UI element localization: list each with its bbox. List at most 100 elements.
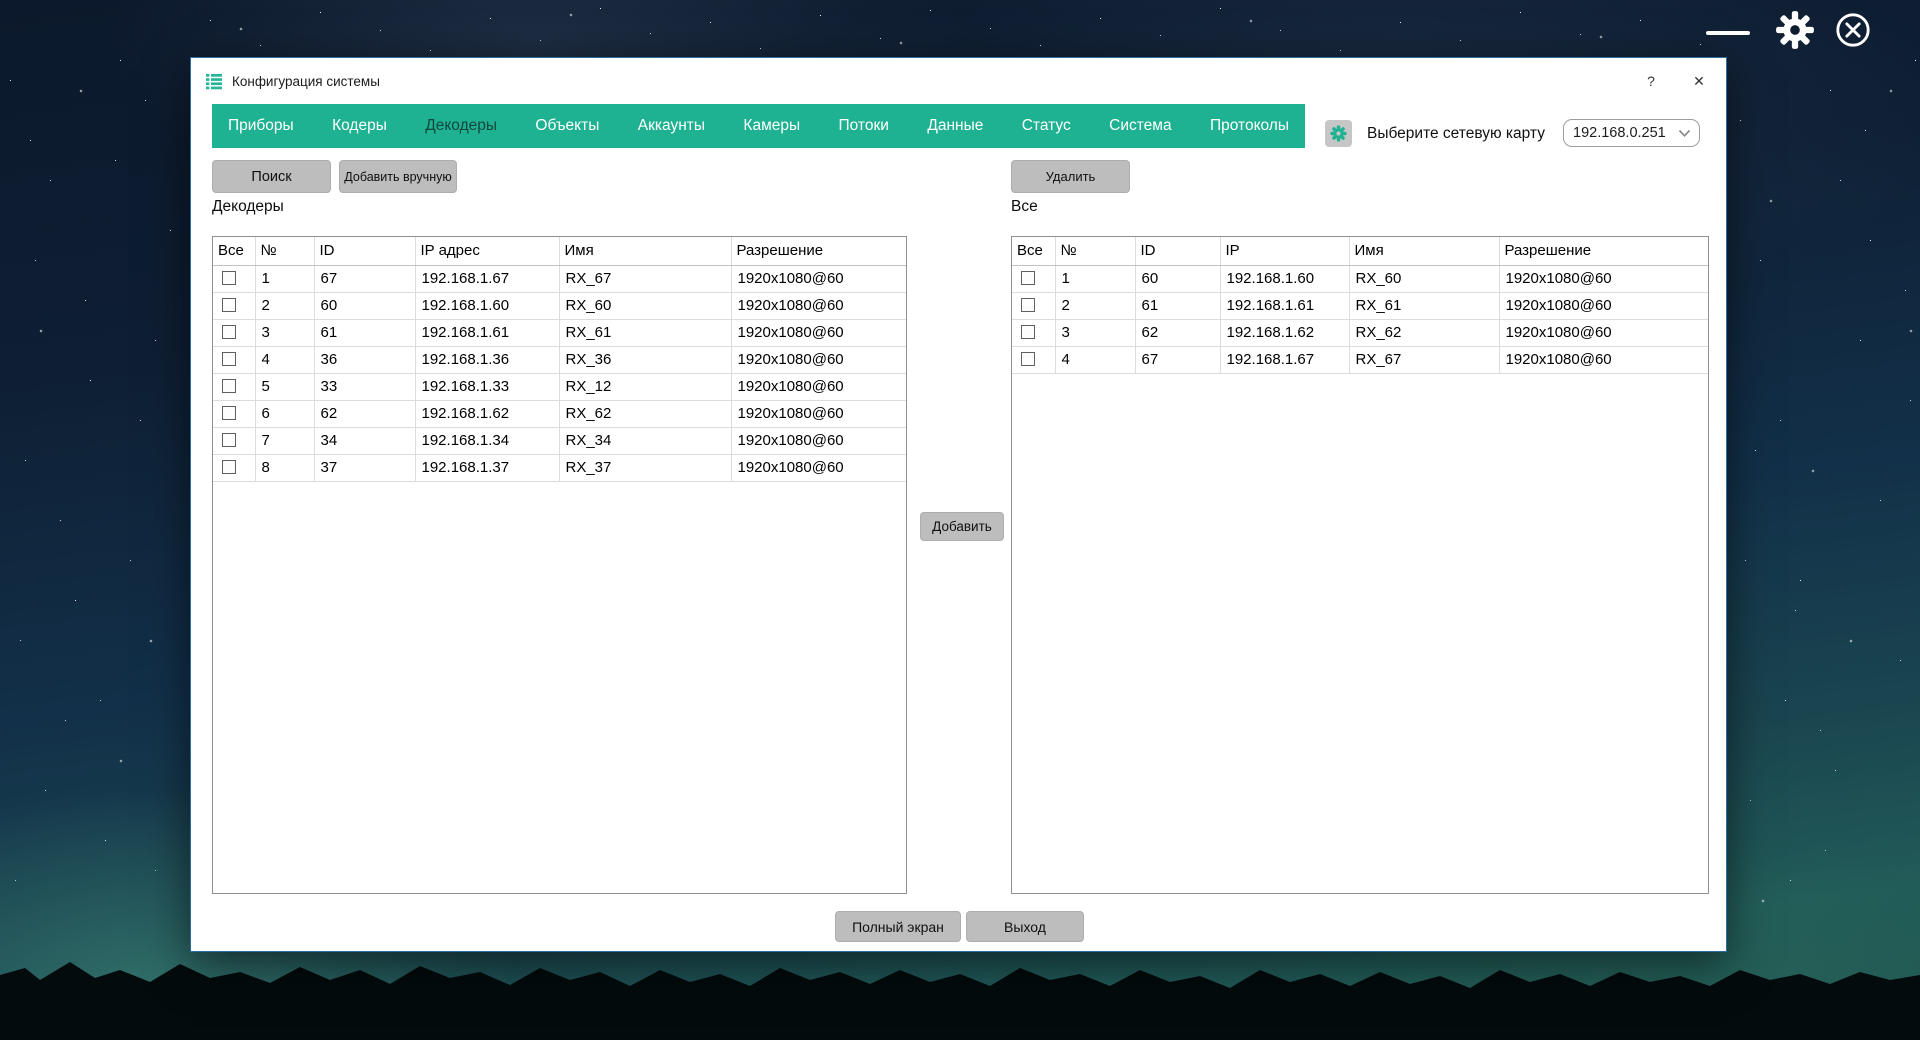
row-checkbox[interactable]: [222, 433, 236, 447]
tab-Объекты[interactable]: Объекты: [535, 117, 599, 135]
table-cell: 4: [255, 346, 314, 373]
table-cell: 1920x1080@60: [731, 265, 906, 292]
selected-decoders-table: Все№IDIPИмяРазрешение160192.168.1.60RX_6…: [1011, 236, 1709, 894]
column-header: IP: [1220, 237, 1349, 265]
checkbox-cell: [1012, 292, 1055, 319]
table-cell: 192.168.1.61: [1220, 292, 1349, 319]
column-header: Имя: [1349, 237, 1499, 265]
row-checkbox[interactable]: [222, 379, 236, 393]
table-cell: 36: [314, 346, 415, 373]
help-button[interactable]: ?: [1634, 66, 1668, 96]
minimize-icon[interactable]: [1706, 31, 1750, 35]
column-header: Имя: [559, 237, 731, 265]
network-card-select[interactable]: 192.168.0.251: [1563, 119, 1700, 147]
table-cell: 67: [314, 265, 415, 292]
table-cell: 192.168.1.67: [415, 265, 559, 292]
table-cell: 2: [1055, 292, 1135, 319]
table-cell: 192.168.1.37: [415, 454, 559, 481]
row-checkbox[interactable]: [222, 325, 236, 339]
table-cell: 1920x1080@60: [731, 400, 906, 427]
table-cell: 61: [1135, 292, 1220, 319]
table-cell: 3: [255, 319, 314, 346]
row-checkbox[interactable]: [1021, 352, 1035, 366]
table-cell: 37: [314, 454, 415, 481]
table-cell: RX_62: [559, 400, 731, 427]
starfield-bright: [0, 0, 2, 2]
table-cell: 192.168.1.62: [415, 400, 559, 427]
table-row: 260192.168.1.60RX_601920x1080@60: [213, 292, 906, 319]
tab-Данные[interactable]: Данные: [927, 117, 983, 135]
delete-button[interactable]: Удалить: [1011, 160, 1130, 193]
decoders-table: Все№IDIP адресИмяРазрешение167192.168.1.…: [212, 236, 907, 894]
fullscreen-button[interactable]: Полный экран: [835, 911, 961, 942]
row-checkbox[interactable]: [1021, 325, 1035, 339]
tab-Статус[interactable]: Статус: [1022, 117, 1071, 135]
table-row: 734192.168.1.34RX_341920x1080@60: [213, 427, 906, 454]
row-checkbox[interactable]: [222, 406, 236, 420]
column-header: IP адрес: [415, 237, 559, 265]
column-header: Все: [213, 237, 255, 265]
column-header: №: [255, 237, 314, 265]
row-checkbox[interactable]: [222, 271, 236, 285]
checkbox-cell: [213, 292, 255, 319]
table-row: 467192.168.1.67RX_671920x1080@60: [1012, 346, 1708, 373]
table-cell: 1920x1080@60: [731, 292, 906, 319]
row-checkbox[interactable]: [1021, 298, 1035, 312]
row-checkbox[interactable]: [222, 352, 236, 366]
close-icon[interactable]: [1834, 11, 1872, 49]
tab-Камеры[interactable]: Камеры: [743, 117, 800, 135]
table-cell: 60: [1135, 265, 1220, 292]
table-cell: RX_37: [559, 454, 731, 481]
table-cell: 192.168.1.60: [415, 292, 559, 319]
tab-Аккаунты[interactable]: Аккаунты: [638, 117, 705, 135]
tab-Приборы[interactable]: Приборы: [228, 117, 294, 135]
checkbox-cell: [213, 400, 255, 427]
search-button[interactable]: Поиск: [212, 160, 331, 193]
gear-icon: [1330, 125, 1347, 142]
table-cell: 6: [255, 400, 314, 427]
table-cell: RX_67: [1349, 346, 1499, 373]
table-row: 362192.168.1.62RX_621920x1080@60: [1012, 319, 1708, 346]
column-header: Разрешение: [1499, 237, 1708, 265]
table-row: 261192.168.1.61RX_611920x1080@60: [1012, 292, 1708, 319]
table-cell: 192.168.1.36: [415, 346, 559, 373]
table-cell: 192.168.1.62: [1220, 319, 1349, 346]
table-row: 837192.168.1.37RX_371920x1080@60: [213, 454, 906, 481]
table-cell: RX_67: [559, 265, 731, 292]
app-icon: [205, 72, 223, 90]
checkbox-cell: [213, 346, 255, 373]
table-cell: 1920x1080@60: [1499, 265, 1708, 292]
row-checkbox[interactable]: [222, 298, 236, 312]
column-header: ID: [1135, 237, 1220, 265]
table-cell: 8: [255, 454, 314, 481]
table-cell: 192.168.1.33: [415, 373, 559, 400]
window-close-button[interactable]: ✕: [1682, 66, 1716, 96]
table-cell: 7: [255, 427, 314, 454]
exit-button[interactable]: Выход: [966, 911, 1084, 942]
gear-icon[interactable]: [1774, 9, 1816, 51]
table-cell: RX_36: [559, 346, 731, 373]
tab-Кодеры[interactable]: Кодеры: [332, 117, 387, 135]
nav-tabbar: Приборы Кодеры Декодеры Объекты Аккаунты Каме…: [212, 104, 1305, 148]
network-card-value: 192.168.0.251: [1573, 125, 1678, 141]
table-cell: 192.168.1.67: [1220, 346, 1349, 373]
column-header: Все: [1012, 237, 1055, 265]
tab-Потоки[interactable]: Потоки: [839, 117, 889, 135]
table-cell: 1920x1080@60: [731, 346, 906, 373]
table-cell: 2: [255, 292, 314, 319]
add-manual-button[interactable]: Добавить вручную: [339, 160, 457, 193]
titlebar: Конфигурация системы ? ✕: [191, 58, 1726, 104]
chevron-down-icon: [1678, 129, 1691, 138]
tab-Декодеры[interactable]: Декодеры: [425, 117, 497, 135]
tab-Протоколы[interactable]: Протоколы: [1210, 117, 1289, 135]
checkbox-cell: [1012, 319, 1055, 346]
checkbox-cell: [213, 319, 255, 346]
row-checkbox[interactable]: [1021, 271, 1035, 285]
add-button[interactable]: Добавить: [920, 512, 1004, 541]
tab-Система[interactable]: Система: [1109, 117, 1171, 135]
network-settings-button[interactable]: [1325, 120, 1352, 147]
row-checkbox[interactable]: [222, 460, 236, 474]
table-cell: 1920x1080@60: [731, 319, 906, 346]
table-cell: 4: [1055, 346, 1135, 373]
table-cell: 1920x1080@60: [731, 454, 906, 481]
